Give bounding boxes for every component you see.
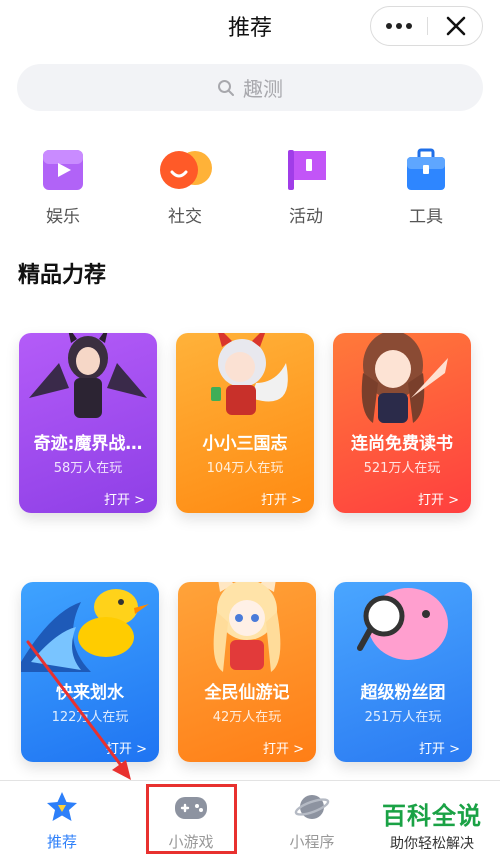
game-name: 快来划水 [56,683,124,703]
category-entertainment[interactable]: 娱乐 [23,148,103,227]
game-players: 104万人在玩 [206,461,284,476]
search-icon [218,79,234,96]
category-activity[interactable]: 活动 [266,148,346,227]
search-bar[interactable]: 趣测 [17,64,483,111]
watermark-subtitle: 助你轻松解决 [390,836,474,852]
more-dots-icon [386,23,392,29]
game-name: 奇迹:魔界战… [33,434,143,454]
tab-label: 小程序 [289,833,335,851]
search-placeholder: 趣测 [243,77,283,101]
more-options-button[interactable] [371,7,427,45]
category-tools[interactable]: 工具 [386,148,466,227]
star-icon [44,791,80,823]
game-card-xiaoxiao-sanguo[interactable]: 小小三国志 104万人在玩 打开 > [176,333,314,513]
category-label: 社交 [168,207,202,227]
open-button[interactable]: 打开 > [106,738,147,757]
tab-recommend[interactable]: 推荐 [12,791,112,852]
close-icon [446,16,465,36]
more-dots-icon-3 [406,23,412,29]
game-players: 122万人在玩 [51,710,129,725]
watermark: 百科全说 助你轻松解决 [374,796,490,853]
category-label: 活动 [289,207,323,227]
toolbox-icon [404,148,448,192]
tab-mini-programs[interactable]: 小程序 [262,791,362,852]
section-title: 精品力荐 [18,263,107,288]
annotation-highlight-box [146,784,237,854]
planet-icon [294,791,330,823]
more-dots-icon-2 [396,23,402,29]
game-name: 连尚免费读书 [351,434,453,454]
game-players: 521万人在玩 [363,461,441,476]
mini-program-capsule [370,6,483,46]
game-players: 42万人在玩 [212,710,282,725]
top-bar: 推荐 [0,0,500,52]
game-name: 小小三国志 [202,434,288,454]
open-button[interactable]: 打开 > [261,489,302,508]
game-players: 251万人在玩 [364,710,442,725]
open-button[interactable]: 打开 > [418,489,459,508]
open-button[interactable]: 打开 > [104,489,145,508]
game-players: 58万人在玩 [53,461,123,476]
flag-icon [284,148,328,192]
play-icon [41,148,85,192]
game-name: 全民仙游记 [204,683,290,703]
chat-bubble-icon [157,148,213,192]
category-label: 娱乐 [46,207,80,227]
game-card-qiji[interactable]: 奇迹:魔界战… 58万人在玩 打开 > [19,333,157,513]
open-button[interactable]: 打开 > [263,738,304,757]
game-card-lianshang-reader[interactable]: 连尚免费读书 521万人在玩 打开 > [333,333,471,513]
watermark-title: 百科全说 [382,802,482,830]
game-card-chaoji-fensituan[interactable]: 超级粉丝团 251万人在玩 打开 > [334,582,472,762]
game-card-quanmin-xianyouji[interactable]: 全民仙游记 42万人在玩 打开 > [178,582,316,762]
category-social[interactable]: 社交 [145,148,225,227]
open-button[interactable]: 打开 > [419,738,460,757]
tab-label: 推荐 [46,833,77,851]
game-name: 超级粉丝团 [360,683,446,703]
close-button[interactable] [428,7,483,45]
game-card-kuailai-huashui[interactable]: 快来划水 122万人在玩 打开 > [21,582,159,762]
category-label: 工具 [409,207,443,227]
